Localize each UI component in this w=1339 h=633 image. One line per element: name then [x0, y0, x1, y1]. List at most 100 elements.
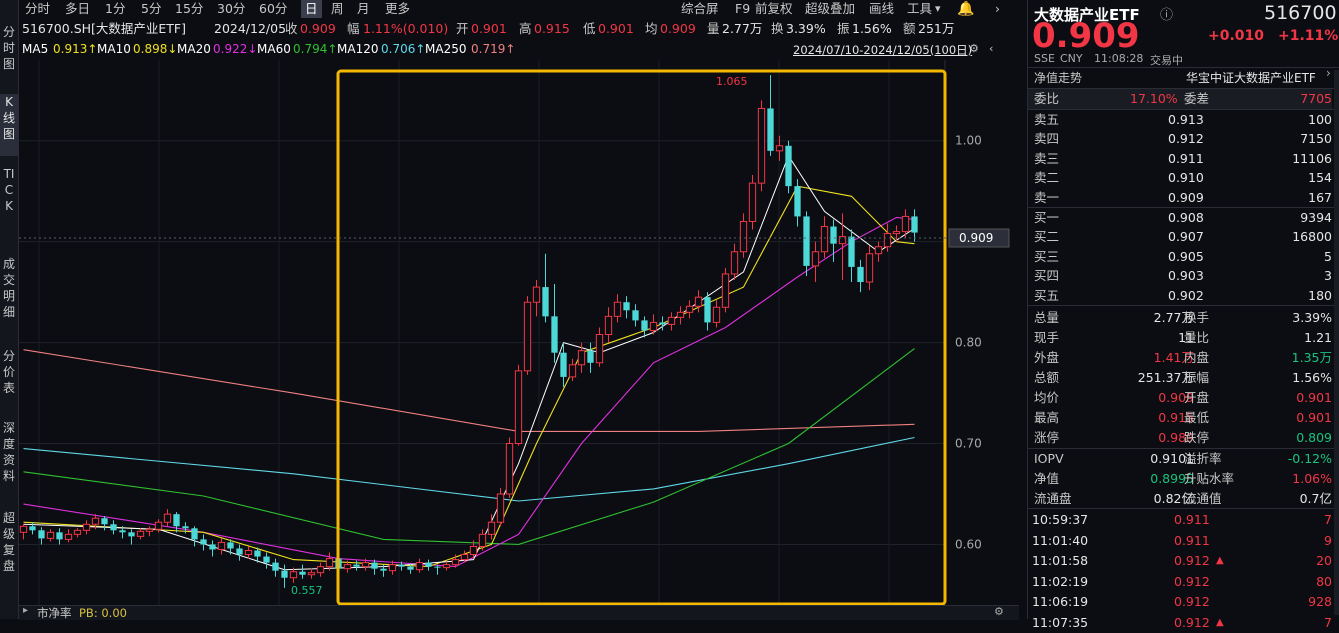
tab-depth-data[interactable]: 深度资料 — [0, 420, 18, 484]
candle[interactable] — [272, 558, 279, 577]
nav-trend-link[interactable]: 净值走势 — [1034, 69, 1082, 86]
candle[interactable] — [641, 316, 648, 338]
candle[interactable] — [623, 296, 630, 319]
candle[interactable] — [667, 312, 676, 331]
tab-super-review[interactable]: 超级复盘 — [0, 510, 18, 574]
candle[interactable] — [505, 437, 514, 499]
candle[interactable] — [568, 358, 577, 381]
candle[interactable] — [757, 100, 766, 192]
info-icon[interactable]: ⓘ — [1160, 4, 1173, 23]
scrollbar[interactable] — [1334, 70, 1339, 615]
ask-row[interactable]: 卖二 0.910 154 — [1028, 168, 1332, 188]
candle[interactable] — [587, 342, 594, 373]
candle[interactable] — [785, 140, 792, 194]
indicator-settings-icon[interactable]: ⚙ — [994, 605, 1004, 618]
collapse-icon[interactable]: ‹ — [989, 42, 993, 55]
candle[interactable] — [694, 290, 703, 313]
ask-row[interactable]: 卖三 0.911 11106 — [1028, 149, 1332, 169]
bid-row[interactable]: 买四 0.903 3 — [1028, 266, 1332, 286]
candle[interactable] — [46, 529, 55, 542]
ma60-label: MA60 — [257, 42, 291, 56]
candle[interactable] — [514, 364, 523, 446]
candle[interactable] — [263, 552, 270, 569]
candle[interactable] — [353, 560, 360, 571]
candle[interactable] — [128, 529, 135, 545]
candle[interactable] — [803, 211, 810, 276]
candle[interactable] — [316, 562, 325, 577]
candle[interactable] — [704, 292, 711, 331]
candle[interactable] — [442, 561, 451, 571]
candle[interactable] — [434, 564, 441, 575]
candle[interactable] — [299, 564, 306, 579]
indicator-toggle-icon[interactable]: ▸ — [23, 605, 28, 616]
candle[interactable] — [145, 526, 154, 537]
bid-row[interactable]: 买一 0.908 9394 — [1028, 208, 1332, 228]
candle[interactable] — [721, 267, 730, 313]
candle[interactable] — [371, 559, 378, 575]
tab-tick[interactable]: TICK — [0, 166, 18, 214]
tab-timeshare[interactable]: 分时图 — [0, 24, 18, 72]
candle[interactable] — [775, 135, 784, 161]
candle[interactable] — [82, 520, 91, 535]
candle[interactable] — [542, 253, 549, 323]
candle[interactable] — [101, 516, 108, 531]
candle[interactable] — [307, 568, 316, 579]
candle[interactable] — [848, 229, 855, 283]
candle[interactable] — [613, 294, 622, 323]
candle[interactable] — [217, 538, 226, 555]
candle[interactable] — [110, 520, 117, 535]
date-range-label[interactable]: 2024/07/10-2024/12/05(100日) — [793, 42, 972, 58]
chevron-right-icon[interactable]: › — [1326, 66, 1331, 80]
candle[interactable] — [425, 559, 432, 571]
candle[interactable] — [874, 241, 883, 262]
tab-price-table[interactable]: 分价表 — [0, 348, 18, 396]
candle[interactable] — [857, 259, 864, 293]
candle[interactable] — [496, 487, 505, 527]
candle[interactable] — [820, 216, 829, 258]
ask-row[interactable]: 卖五 0.913 100 — [1028, 110, 1332, 130]
settings-gear-icon[interactable]: ⚙ — [969, 42, 979, 55]
candle[interactable] — [19, 524, 28, 540]
candle[interactable] — [173, 512, 180, 533]
ask-price: 0.910 — [1168, 170, 1204, 186]
candle[interactable] — [676, 306, 685, 325]
candle[interactable] — [712, 300, 721, 328]
kline-chart[interactable]: 1.000.900.800.700.60 0.909 1.065 0.557 — [19, 60, 1019, 605]
candle[interactable] — [748, 175, 757, 230]
candle[interactable] — [739, 213, 748, 258]
bid-row[interactable]: 买三 0.905 5 — [1028, 247, 1332, 267]
candle[interactable] — [136, 528, 145, 540]
candle[interactable] — [191, 526, 198, 547]
candle[interactable] — [281, 564, 288, 588]
candle[interactable] — [632, 304, 639, 327]
candle[interactable] — [236, 544, 243, 561]
candle[interactable] — [604, 307, 613, 343]
candle[interactable] — [767, 75, 774, 156]
candle[interactable] — [209, 540, 216, 557]
candle[interactable] — [551, 284, 558, 363]
candle[interactable] — [163, 509, 172, 527]
candle[interactable] — [595, 327, 604, 367]
candle[interactable] — [56, 528, 63, 545]
candle[interactable] — [911, 209, 918, 242]
candle[interactable] — [415, 558, 424, 573]
tab-kline[interactable]: K线图 — [0, 94, 18, 156]
candle[interactable] — [73, 528, 82, 538]
ask-row[interactable]: 卖四 0.912 7150 — [1028, 129, 1332, 149]
candle[interactable] — [730, 243, 739, 281]
candle[interactable] — [865, 245, 874, 291]
candle[interactable] — [811, 241, 820, 283]
candle[interactable] — [244, 546, 253, 559]
candle[interactable] — [487, 514, 496, 540]
candle[interactable] — [200, 534, 207, 551]
bid-row[interactable]: 买二 0.907 16800 — [1028, 227, 1332, 247]
indicator-name[interactable]: 市净率 — [37, 606, 72, 620]
candle[interactable] — [685, 300, 694, 319]
candle-body — [469, 545, 478, 556]
candle[interactable] — [794, 179, 801, 227]
candle[interactable] — [523, 296, 532, 375]
tab-trade-detail[interactable]: 成交明细 — [0, 256, 18, 320]
candle[interactable] — [64, 529, 73, 543]
bid-row[interactable]: 买五 0.902 180 — [1028, 286, 1332, 306]
ask-row[interactable]: 卖一 0.909 167 — [1028, 188, 1332, 208]
